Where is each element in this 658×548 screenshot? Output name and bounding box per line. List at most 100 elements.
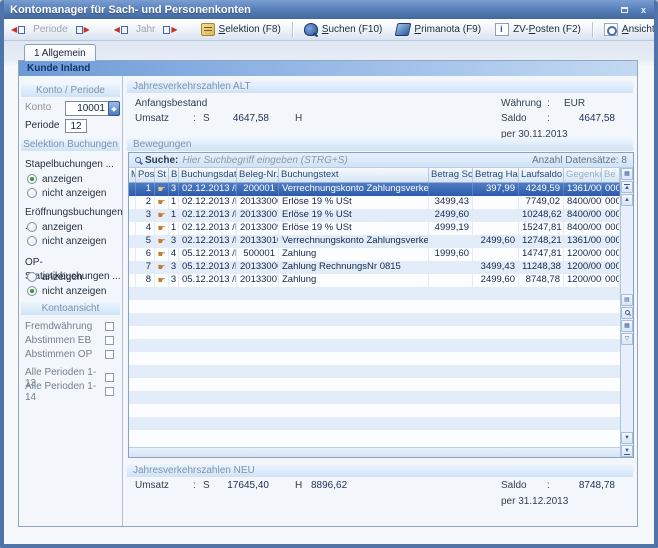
cell-pos: 1: [136, 183, 155, 196]
primanota-icon: [395, 23, 412, 36]
section-header-bewegungen: Bewegungen: [127, 138, 633, 151]
maximize-icon[interactable]: [618, 4, 631, 16]
toolbar-button-suchen[interactable]: Suchen (F10): [298, 20, 389, 39]
cell-laufsaldo: 8748,78: [519, 274, 564, 287]
cell-beleg-nr: 200001: [237, 183, 279, 196]
hand-icon: ☛: [157, 197, 165, 207]
toolbar: ◀ Periode ▶ ◀ Jahr ▶ Selektion (F8) Suche…: [0, 19, 658, 41]
panel-title-kunde-inland: Kunde Inland: [19, 61, 637, 76]
vertical-scrollbar[interactable]: ▦ ▲ ▲ ▤ ▦ ▽ ▼ ▼: [620, 168, 633, 457]
column-header-be[interactable]: Be: [602, 168, 620, 182]
periode-label: Periode: [31, 24, 69, 35]
column-header-b[interactable]: B: [169, 168, 179, 182]
table-row[interactable]: 6☛405.12.2013 /Do500001Zahlung1999,60147…: [129, 248, 620, 261]
zoom-icon[interactable]: [621, 307, 633, 319]
cell-st: ☛: [155, 235, 169, 248]
jahr-prev-button[interactable]: ◀: [111, 24, 131, 36]
cell-buchungsdatum: 05.12.2013 /Do: [179, 248, 237, 261]
grid-search-bar[interactable]: Suche: Hier Suchbegriff eingeben (STRG+S…: [129, 153, 633, 168]
table-row[interactable]: 4☛102.12.2013 /Mo20133009Erlöse 19 % USt…: [129, 222, 620, 235]
periode-next-button[interactable]: ▶: [73, 24, 93, 36]
scroll-to-top-button[interactable]: ▲: [621, 181, 633, 193]
column-header-pos[interactable]: Pos.▼: [136, 168, 155, 182]
column-header-buchungsdatum[interactable]: Buchungsdatum: [179, 168, 237, 182]
periode-field-label: Periode: [25, 120, 59, 131]
radio-anzeigen[interactable]: anzeigen: [19, 220, 122, 234]
cell-buchungstext: Zahlung: [279, 248, 429, 261]
table-row[interactable]: 2☛102.12.2013 /Mo20133006Erlöse 19 % USt…: [129, 196, 620, 209]
table-row[interactable]: 7☛305.12.2013 /Do20133006Zahlung Rechnun…: [129, 261, 620, 274]
cell-b: 3: [169, 183, 179, 196]
section-header-kontoansicht: Kontoansicht: [21, 302, 120, 315]
jahr-label: Jahr: [134, 24, 157, 35]
section-header-selektion-buchungen: Selektion Buchungen: [21, 138, 120, 151]
toolbar-button-zv-posten[interactable]: ZV-Posten (F2): [489, 20, 587, 39]
horizontal-scrollbar[interactable]: [129, 447, 620, 457]
column-chooser-icon[interactable]: ▦: [621, 168, 633, 180]
saldo-value: 8748,78: [547, 480, 615, 491]
cell-b: 1: [169, 196, 179, 209]
scroll-to-bottom-button[interactable]: ▼: [621, 445, 633, 457]
filter-icon[interactable]: ▽: [621, 333, 633, 345]
tab-allgemein[interactable]: 1 Allgemein: [24, 44, 96, 61]
grid-view-icon[interactable]: ▤: [621, 294, 633, 306]
cell-buchungsdatum: 05.12.2013 /Do: [179, 261, 237, 274]
close-icon[interactable]: x: [637, 4, 650, 16]
cell-betrag-haben: [473, 248, 519, 261]
column-header-beleg-nr[interactable]: Beleg-Nr.: [237, 168, 279, 182]
checkbox-abstimmen-eb[interactable]: Abstimmen EB: [19, 334, 122, 347]
radio-nicht-anzeigen[interactable]: nicht anzeigen: [19, 186, 122, 200]
table-row[interactable]: 8☛305.12.2013 /Do20133007Zahlung2499,608…: [129, 274, 620, 287]
table-row[interactable]: 5☛302.12.2013 /Mo20133010Verrechnungskon…: [129, 235, 620, 248]
column-header-gegenkonto[interactable]: Gegenkonto: [564, 168, 602, 182]
radio-nicht-anzeigen[interactable]: nicht anzeigen: [19, 234, 122, 248]
radio-anzeigen[interactable]: anzeigen: [19, 172, 122, 186]
cell-betrag-soll: 2499,60: [429, 209, 473, 222]
toolbar-button-label: Suchen (F10): [322, 24, 383, 35]
column-header-buchungstext[interactable]: Buchungstext: [279, 168, 429, 182]
table-row[interactable]: 1☛302.12.2013 /Mo200001Verrechnungskonto…: [129, 183, 620, 196]
empty-row: [129, 339, 620, 352]
scroll-down-button[interactable]: ▼: [621, 432, 633, 444]
cell-betrag-soll: 3499,43: [429, 196, 473, 209]
column-header-laufsaldo[interactable]: Laufsaldo: [519, 168, 564, 182]
cell-betrag-soll: [429, 261, 473, 274]
search-input[interactable]: Hier Suchbegriff eingeben (STRG+S): [182, 155, 528, 166]
section-header-jvz-alt: Jahresverkehrszahlen ALT: [127, 80, 633, 93]
colon: :: [193, 480, 196, 491]
hand-icon: ☛: [157, 223, 165, 233]
radio-group-eroeffnungsbuchungen: Eröffnungsbuchungen ... anzeigen nicht a…: [19, 206, 122, 248]
cell-b: 1: [169, 209, 179, 222]
toolbar-button-ansicht[interactable]: Ansicht: [598, 20, 658, 39]
cell-be: 000: [602, 209, 620, 222]
checkbox-fremdwaehrung[interactable]: Fremdwährung: [19, 320, 122, 333]
content: Jahresverkehrszahlen ALT Anfangsbestand …: [123, 76, 637, 526]
cell-gegenkonto: 1200/000: [564, 274, 602, 287]
cell-buchungstext: Erlöse 19 % USt: [279, 209, 429, 222]
periode-prev-button[interactable]: ◀: [8, 24, 28, 36]
grid-cells-icon[interactable]: ▦: [621, 320, 633, 332]
haben-indicator: H: [295, 113, 302, 124]
column-header-m[interactable]: M: [129, 168, 136, 182]
cell-betrag-haben: 397,99: [473, 183, 519, 196]
empty-row: [129, 391, 620, 404]
cell-buchungstext: Zahlung RechnungsNr 0815: [279, 261, 429, 274]
column-header-betrag-haben[interactable]: Betrag Haben: [473, 168, 519, 182]
toolbar-button-selektion[interactable]: Selektion (F8): [195, 20, 287, 39]
checkbox-alle-perioden-1-14[interactable]: Alle Perioden 1-14: [19, 385, 122, 398]
cell-b: 3: [169, 274, 179, 287]
toolbar-buttons: Selektion (F8) Suchen (F10) Primanota (F9)…: [195, 20, 658, 39]
section-header-jvz-neu: Jahresverkehrszahlen NEU: [127, 464, 633, 477]
konto-input[interactable]: 10001: [65, 101, 109, 116]
toolbar-button-primanota[interactable]: Primanota (F9): [390, 20, 487, 39]
column-header-st[interactable]: St: [155, 168, 169, 182]
cell-buchungsdatum: 05.12.2013 /Do: [179, 274, 237, 287]
checkbox-abstimmen-op[interactable]: Abstimmen OP: [19, 348, 122, 361]
jahr-next-button[interactable]: ▶: [160, 24, 180, 36]
table-row[interactable]: 3☛102.12.2013 /Mo20133007Erlöse 19 % USt…: [129, 209, 620, 222]
radio-nicht-anzeigen[interactable]: nicht anzeigen: [19, 284, 122, 298]
column-header-betrag-soll[interactable]: Betrag Soll: [429, 168, 473, 182]
periode-input[interactable]: 12: [65, 119, 87, 133]
konto-lookup-button[interactable]: ◆: [108, 101, 120, 116]
scroll-up-button[interactable]: ▲: [621, 194, 633, 206]
